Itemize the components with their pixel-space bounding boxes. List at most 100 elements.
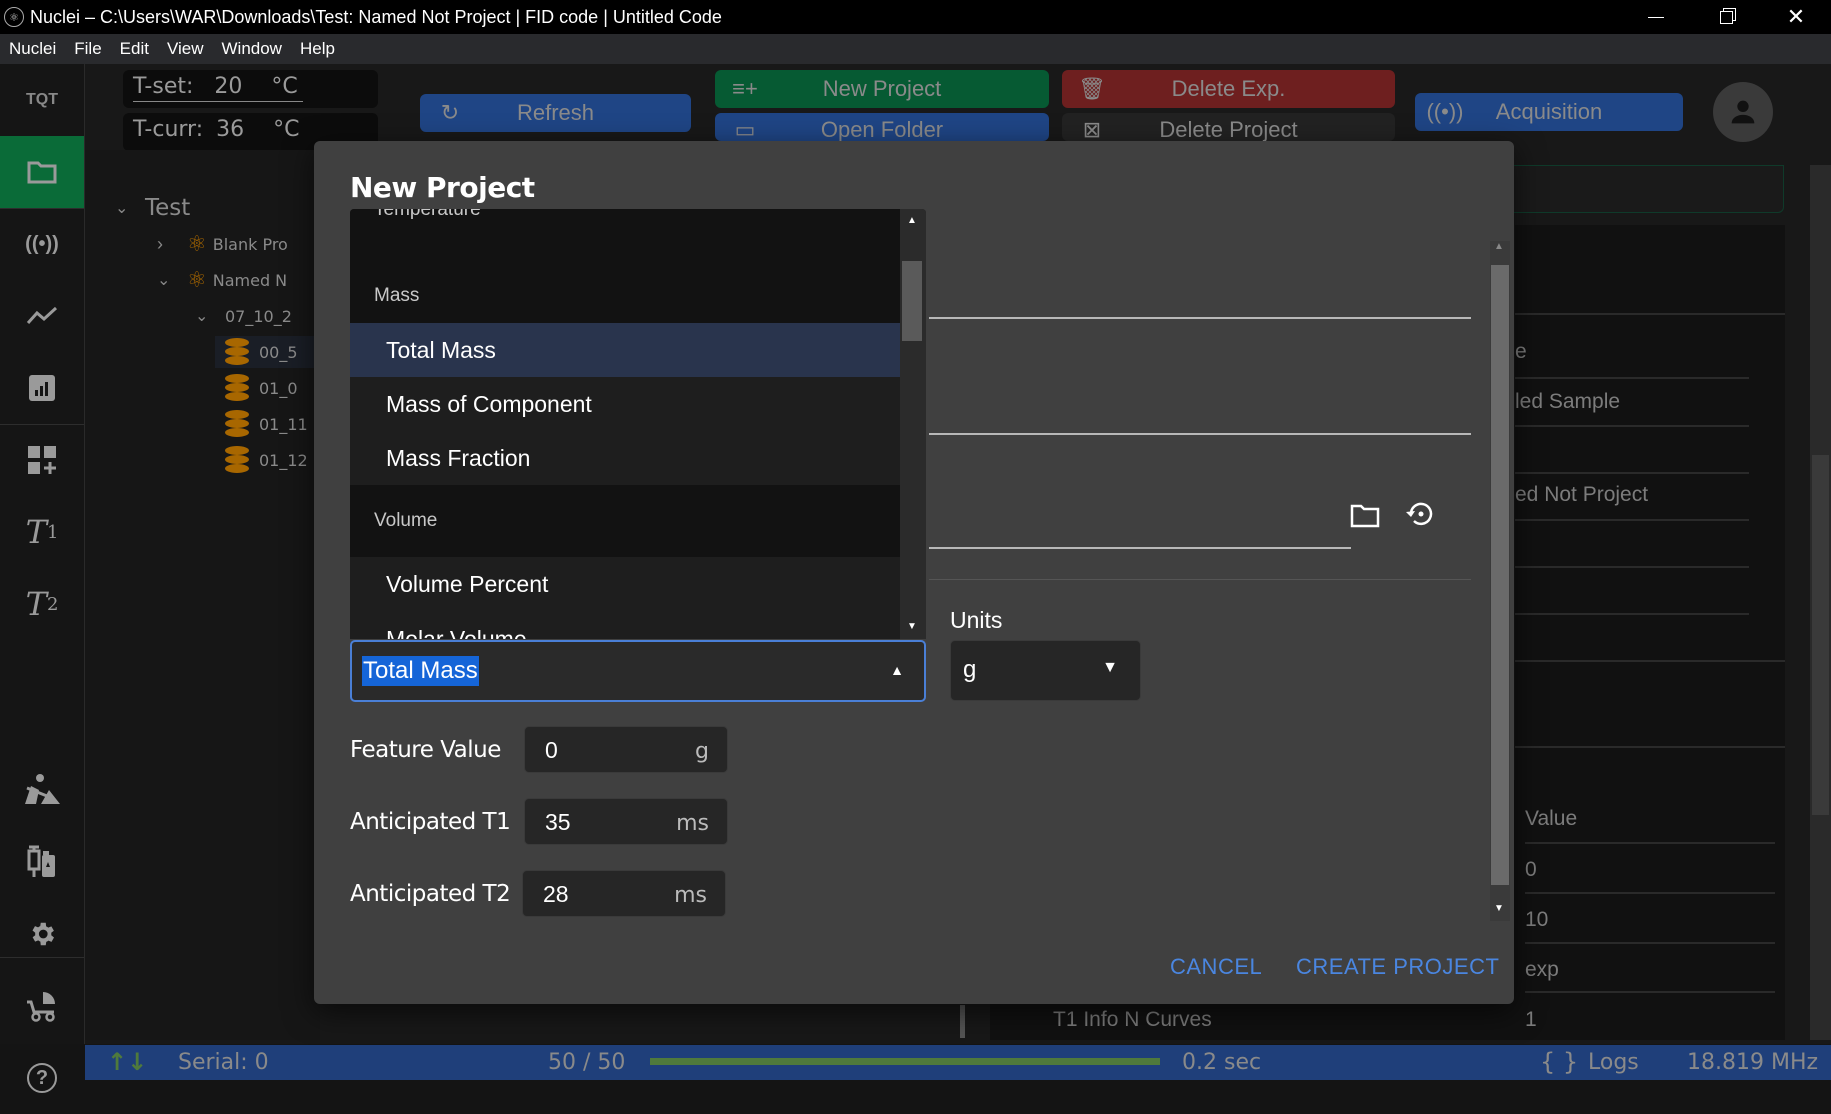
dropdown-option[interactable]: Molar Volume: [350, 612, 900, 640]
t2-value: 28: [543, 881, 569, 907]
main-scrollbar[interactable]: [1810, 165, 1831, 1040]
user-avatar[interactable]: [1713, 82, 1773, 142]
folder-icon[interactable]: [1349, 501, 1381, 529]
feature-unit: g: [695, 739, 709, 764]
time-status: 0.2 sec: [1182, 1050, 1262, 1075]
sidebar-item-construction[interactable]: [0, 754, 84, 826]
progress-text: 50 / 50: [548, 1050, 626, 1075]
tree-experiment[interactable]: 01_11: [225, 408, 308, 440]
t-set-unit: °C: [271, 74, 298, 99]
logs-button[interactable]: Logs: [1588, 1050, 1639, 1075]
sidebar-item-stroller[interactable]: [0, 970, 84, 1042]
dropdown-option[interactable]: Volume Percent: [350, 557, 900, 611]
units-label: Units: [950, 607, 1003, 633]
feature-select-value[interactable]: Total Mass: [362, 656, 479, 686]
t-set-value[interactable]: 20: [214, 74, 242, 99]
dialog-scrollbar[interactable]: ▲ ▼: [1490, 241, 1510, 921]
restore-button[interactable]: [1691, 0, 1761, 34]
new-project-label: New Project: [822, 76, 942, 101]
scroll-down-arrow[interactable]: ▼: [907, 621, 917, 632]
cancel-button[interactable]: CANCEL: [1170, 954, 1262, 980]
sidebar-item-help[interactable]: ?: [0, 1042, 84, 1114]
close-button[interactable]: ✕: [1761, 0, 1831, 34]
tree-folder[interactable]: ⌄ 07_10_2: [195, 300, 292, 332]
anticipated-t2-input[interactable]: 28 ms: [522, 870, 726, 917]
right-panel-header: [1514, 165, 1784, 213]
t-set-box[interactable]: T-set: 20 °C: [123, 70, 378, 108]
tree-experiment-label: 01_0: [259, 378, 298, 398]
gear-icon: [32, 922, 55, 946]
scroll-down-arrow[interactable]: ▼: [1494, 903, 1504, 914]
scroll-thumb[interactable]: [902, 261, 922, 341]
app-icon: ⚛: [4, 7, 24, 27]
anticipated-t2-label: Anticipated T2: [350, 881, 511, 907]
delete-project-label: Delete Project: [1159, 117, 1298, 141]
sidebar-item-t1[interactable]: T1: [0, 496, 84, 568]
trash-x-icon: ⊠: [1082, 117, 1102, 141]
atom-icon: ⚛: [187, 267, 207, 292]
tree-experiment[interactable]: 01_12: [225, 444, 308, 476]
menu-file[interactable]: File: [65, 39, 110, 59]
scroll-up-arrow[interactable]: ▲: [907, 215, 917, 226]
scroll-up-arrow[interactable]: ▲: [1494, 241, 1504, 252]
tree-project-label: Blank Pro: [212, 234, 288, 254]
dropdown-option[interactable]: Mass Fraction: [350, 431, 900, 485]
dropdown-option[interactable]: Total Mass: [350, 323, 900, 377]
tree-experiment[interactable]: 00_5: [215, 336, 325, 368]
tree-experiment[interactable]: 01_0: [225, 372, 298, 404]
feature-value-input[interactable]: 0 g: [524, 726, 728, 773]
dashboard-add-icon: [28, 446, 56, 474]
delete-project-button[interactable]: ⊠ Delete Project: [1062, 113, 1395, 141]
scroll-thumb[interactable]: [1491, 265, 1509, 885]
t1-value: 35: [545, 809, 571, 835]
open-folder-label: Open Folder: [820, 117, 944, 141]
sidebar-item-add-widget[interactable]: [0, 424, 84, 496]
tree-project[interactable]: ⌄ ⚛ Named N: [157, 264, 287, 296]
minimize-button[interactable]: [1621, 0, 1691, 34]
refresh-button[interactable]: ↻ Refresh: [420, 94, 691, 132]
text-field-underline[interactable]: [929, 317, 1471, 319]
sidebar-item-plot[interactable]: [0, 280, 84, 352]
open-folder-button[interactable]: ▭ Open Folder: [715, 113, 1049, 141]
menu-help[interactable]: Help: [291, 39, 344, 59]
folder-path-field[interactable]: [929, 547, 1351, 549]
sidebar-item-sample-prep[interactable]: [0, 826, 84, 898]
menu-view[interactable]: View: [158, 39, 213, 59]
dropdown-scrollbar[interactable]: ▲ ▼: [900, 209, 926, 639]
t2-unit: ms: [674, 883, 707, 908]
splitter[interactable]: [960, 1005, 965, 1038]
tree-project[interactable]: › ⚛ Blank Pro: [157, 228, 288, 260]
feature-dropdown-list[interactable]: Temperature Mass Total Mass Mass of Comp…: [350, 209, 926, 639]
sidebar-item-settings[interactable]: [0, 898, 84, 970]
dropdown-option[interactable]: Mass of Component: [350, 377, 900, 431]
serial-status: Serial: 0: [178, 1050, 269, 1075]
units-select[interactable]: g ▼: [950, 640, 1141, 701]
menu-nuclei[interactable]: Nuclei: [0, 39, 65, 59]
text-field-underline[interactable]: [929, 433, 1471, 435]
chevron-down-icon: ⌄: [157, 272, 171, 289]
create-project-button[interactable]: CREATE PROJECT: [1296, 954, 1499, 980]
menu-edit[interactable]: Edit: [111, 39, 158, 59]
refresh-icon: ↻: [440, 100, 460, 125]
tree-root[interactable]: ⌄ Test: [115, 192, 190, 224]
braces-icon[interactable]: { }: [1540, 1048, 1578, 1076]
property-row-partial: led Sample: [1515, 390, 1621, 413]
new-project-button[interactable]: ≡+ New Project: [715, 70, 1049, 108]
sidebar-item-acquisition[interactable]: ((•)): [0, 208, 84, 280]
tree-experiment-label: 00_5: [259, 342, 298, 362]
delete-exp-button[interactable]: 🗑 Delete Exp.: [1062, 70, 1395, 108]
acquisition-button[interactable]: ((•)) Acquisition: [1415, 93, 1683, 131]
sidebar-item-t2[interactable]: T2: [0, 568, 84, 640]
broadcast-icon: ((•)): [1426, 99, 1464, 124]
property-row-partial: e: [1515, 340, 1527, 363]
feature-select[interactable]: Total Mass ▲: [350, 640, 926, 702]
construction-icon: [25, 774, 60, 804]
restore-icon[interactable]: [1403, 497, 1437, 531]
t1-sub: 1: [46, 521, 59, 543]
menu-window[interactable]: Window: [213, 39, 291, 59]
sidebar-item-projects[interactable]: [0, 136, 84, 208]
t-curr-value: 36: [216, 117, 245, 142]
sidebar-item-analytics[interactable]: [0, 352, 84, 424]
anticipated-t1-input[interactable]: 35 ms: [524, 798, 728, 845]
sidebar-logo: TQT: [0, 64, 84, 136]
